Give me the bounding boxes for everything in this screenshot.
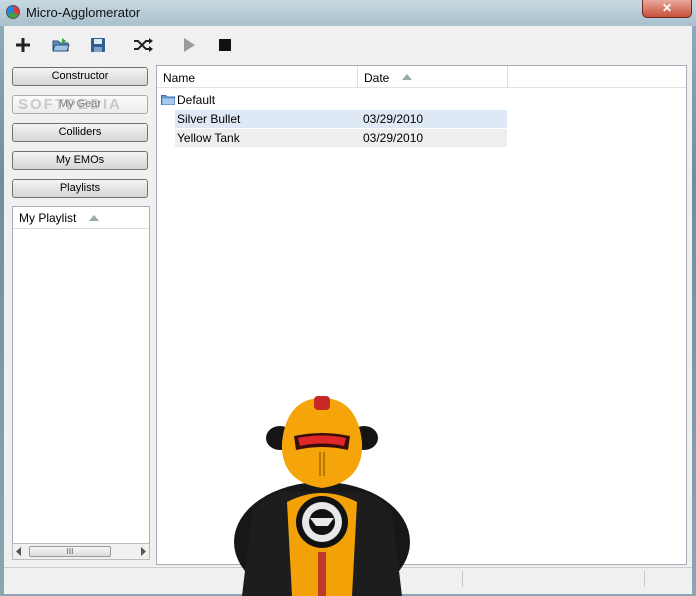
colliders-button[interactable]: Colliders (12, 123, 148, 142)
stop-icon[interactable] (214, 34, 236, 56)
status-separator (644, 571, 645, 587)
app-icon[interactable] (6, 5, 20, 19)
row-name: Silver Bullet (177, 112, 241, 126)
playlist-panel[interactable]: My Playlist (12, 206, 150, 547)
toolbar (4, 26, 692, 62)
playlist-header[interactable]: My Playlist (13, 207, 149, 229)
scrollbar-thumb[interactable]: III (29, 546, 111, 557)
playlist-header-label: My Playlist (19, 211, 77, 225)
folder-icon (161, 95, 175, 105)
my-emos-button[interactable]: My EMOs (12, 151, 148, 170)
sort-ascending-icon (402, 74, 412, 80)
table-row[interactable]: Yellow Tank 03/29/2010 (175, 129, 507, 147)
open-folder-icon[interactable] (50, 34, 72, 56)
emo-robot-character (234, 396, 410, 596)
playlists-button[interactable]: Playlists (12, 179, 148, 198)
save-icon[interactable] (87, 34, 109, 56)
table-row[interactable]: Silver Bullet 03/29/2010 (175, 110, 507, 128)
column-name-label: Name (163, 71, 196, 85)
column-date-label: Date (364, 71, 390, 85)
sort-ascending-icon (89, 215, 99, 221)
watermark: SOFTPEDIA (18, 96, 122, 113)
title-bar[interactable]: Micro-Agglomerator ✕ (0, 0, 696, 26)
close-button[interactable]: ✕ (642, 0, 692, 18)
window-title: Micro-Agglomerator (26, 5, 141, 20)
status-separator (462, 571, 463, 587)
shuffle-icon[interactable] (132, 34, 154, 56)
constructor-button[interactable]: Constructor (12, 67, 148, 86)
left-panel: Constructor My Gear Colliders My EMOs Pl… (10, 65, 152, 565)
horizontal-scrollbar[interactable]: III (12, 543, 150, 560)
scroll-left-icon[interactable] (16, 547, 22, 556)
row-date: 03/29/2010 (363, 112, 424, 126)
app-window: Micro-Agglomerator ✕ Constructor My Gear… (0, 0, 696, 596)
plus-icon[interactable] (12, 34, 34, 56)
column-header-name[interactable]: Name (157, 66, 358, 88)
column-header-filler (508, 66, 686, 88)
row-name: Yellow Tank (177, 131, 240, 145)
column-header-date[interactable]: Date (358, 66, 508, 88)
row-date: 03/29/2010 (363, 131, 424, 145)
play-icon[interactable] (178, 34, 200, 56)
scroll-right-icon[interactable] (140, 547, 146, 556)
group-label: Default (177, 93, 216, 107)
